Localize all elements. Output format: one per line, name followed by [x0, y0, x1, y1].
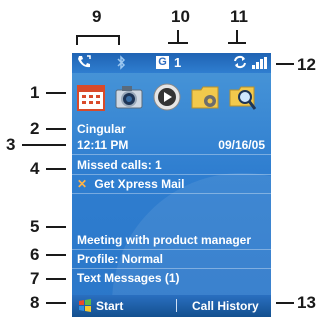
callout-3: 3: [6, 135, 16, 154]
callout-line-9-tick-b: [118, 35, 120, 45]
callout-line-10-bar: [168, 42, 188, 44]
callout-10: 10: [171, 7, 190, 26]
start-softkey[interactable]: Start: [96, 299, 123, 313]
calendar-icon[interactable]: [76, 82, 106, 112]
callout-2: 2: [30, 119, 40, 138]
xpress-mail-icon: ✕: [77, 177, 88, 191]
callout-line-3: [22, 144, 66, 146]
callout-line-4: [46, 168, 66, 170]
divider: [72, 268, 271, 269]
windows-flag-icon[interactable]: [78, 299, 92, 317]
callout-12: 12: [297, 55, 316, 74]
callout-line-13: [276, 302, 294, 304]
divider: [72, 154, 271, 155]
callout-9: 9: [92, 7, 102, 26]
gprs-badge[interactable]: G: [156, 56, 169, 69]
callout-11: 11: [230, 7, 248, 26]
softkey-bar: Start Call History: [72, 295, 271, 317]
phone-call-icon[interactable]: [76, 55, 92, 73]
appointment-item[interactable]: Meeting with product manager: [77, 233, 251, 247]
signal-strength-icon[interactable]: [252, 57, 268, 69]
media-player-icon[interactable]: [152, 82, 182, 112]
search-icon[interactable]: [228, 82, 258, 112]
callout-line-11-bar: [228, 42, 246, 44]
callout-7: 7: [30, 269, 40, 288]
gprs-count: 1: [174, 55, 182, 70]
missed-calls[interactable]: Missed calls: 1: [77, 158, 162, 172]
xpress-mail-item[interactable]: ✕ Get Xpress Mail: [77, 177, 184, 191]
phone-home-screen: G 1 Cingular 12:11 PM 09/16/05 Missed ca…: [72, 53, 271, 317]
date[interactable]: 09/16/05: [218, 138, 265, 152]
settings-folder-icon[interactable]: [190, 82, 220, 112]
callout-line-1: [46, 92, 66, 94]
callout-line-2: [46, 128, 66, 130]
divider: [72, 174, 271, 175]
divider: [72, 249, 271, 250]
messages-item[interactable]: Text Messages (1): [77, 271, 180, 285]
callout-line-5: [46, 226, 66, 228]
operator-name: Cingular: [77, 122, 126, 136]
profile-item[interactable]: Profile: Normal: [77, 252, 163, 266]
bluetooth-icon[interactable]: [116, 55, 126, 74]
callout-6: 6: [30, 245, 40, 264]
callout-line-8: [46, 302, 66, 304]
camera-icon[interactable]: [114, 82, 144, 112]
call-history-softkey[interactable]: Call History: [192, 299, 259, 313]
clock-time[interactable]: 12:11 PM: [77, 138, 128, 152]
status-bar: G 1: [72, 53, 271, 73]
callout-line-7: [46, 278, 66, 280]
callout-5: 5: [30, 217, 40, 236]
softkey-separator: [176, 299, 177, 312]
xpress-mail-label: Get Xpress Mail: [94, 177, 185, 191]
callout-13: 13: [297, 293, 316, 312]
callout-line-9-tick-a: [76, 35, 78, 45]
callout-line-6: [46, 254, 66, 256]
callout-line-12: [276, 63, 294, 65]
sync-icon[interactable]: [232, 55, 248, 73]
shortcut-bar: [72, 77, 271, 121]
callout-line-9: [76, 35, 120, 37]
callout-8: 8: [30, 293, 40, 312]
divider: [72, 193, 271, 194]
callout-4: 4: [30, 159, 40, 178]
callout-1: 1: [30, 83, 40, 102]
